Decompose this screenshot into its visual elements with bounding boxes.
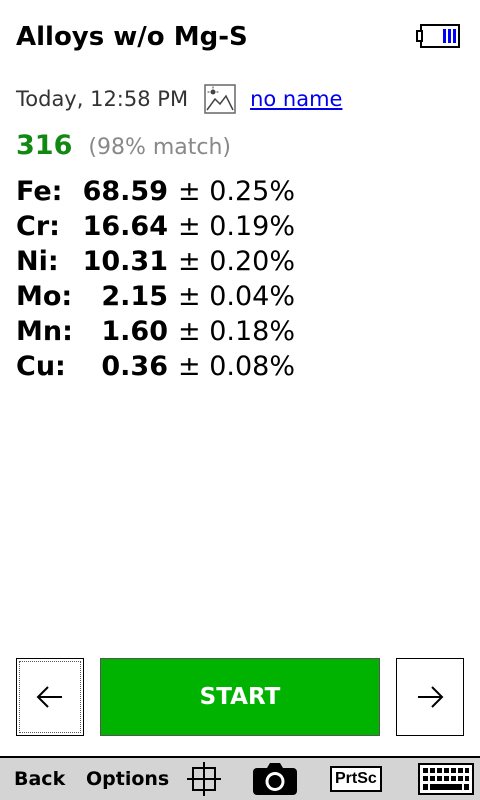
bottom-toolbar: Back Options PrtSc xyxy=(0,756,480,800)
element-error: ± 0.18% xyxy=(178,316,295,347)
page-title: Alloys w/o Mg-S xyxy=(16,22,248,52)
element-row-mo: Mo: 2.15 ± 0.04% xyxy=(16,279,295,314)
element-value: 2.15 xyxy=(101,281,168,312)
arrow-right-icon xyxy=(418,686,444,708)
element-value: 1.60 xyxy=(101,316,168,347)
element-error: ± 0.20% xyxy=(178,246,295,277)
element-value: 16.64 xyxy=(82,211,168,242)
keyboard-button[interactable] xyxy=(418,758,474,800)
element-value: 0.36 xyxy=(101,351,168,382)
back-label: Back xyxy=(14,768,66,790)
element-row-cr: Cr: 16.64 ± 0.19% xyxy=(16,209,295,244)
match-percent: (98% match) xyxy=(88,135,232,160)
element-error: ± 0.04% xyxy=(178,281,295,312)
keyboard-icon xyxy=(418,763,474,795)
next-button[interactable] xyxy=(396,658,464,736)
element-table: Fe: 68.59 ± 0.25% Cr: 16.64 ± 0.19% Ni: … xyxy=(16,174,295,384)
crosshair-button[interactable] xyxy=(186,758,222,800)
element-value: 68.59 xyxy=(82,176,168,207)
printscreen-button[interactable]: PrtSc xyxy=(330,758,382,800)
previous-button[interactable] xyxy=(16,658,84,736)
grade-value: 316 xyxy=(16,130,73,161)
element-symbol: Mn: xyxy=(16,316,73,347)
timestamp: Today, 12:58 PM xyxy=(16,87,189,111)
options-label: Options xyxy=(86,768,170,790)
element-row-cu: Cu: 0.36 ± 0.08% xyxy=(16,349,295,384)
battery-full-icon xyxy=(416,24,460,48)
match-row: 316 (98% match) xyxy=(16,130,231,164)
options-button[interactable]: Options xyxy=(86,758,169,800)
element-row-ni: Ni: 10.31 ± 0.20% xyxy=(16,244,295,279)
element-symbol: Mo: xyxy=(16,281,73,312)
element-error: ± 0.25% xyxy=(178,176,295,207)
element-error: ± 0.08% xyxy=(178,351,295,382)
crosshair-icon xyxy=(187,762,221,796)
start-button[interactable]: START xyxy=(100,658,380,736)
element-error: ± 0.19% xyxy=(178,211,295,242)
prtsc-label: PrtSc xyxy=(330,766,382,792)
back-button[interactable]: Back xyxy=(14,758,65,800)
arrow-left-icon xyxy=(36,686,62,708)
element-symbol: Cu: xyxy=(16,351,66,382)
element-symbol: Ni: xyxy=(16,246,59,277)
element-row-fe: Fe: 68.59 ± 0.25% xyxy=(16,174,295,209)
info-row: Today, 12:58 PM no name xyxy=(16,84,342,114)
element-symbol: Fe: xyxy=(16,176,63,207)
image-icon[interactable] xyxy=(204,84,236,114)
camera-icon xyxy=(253,763,297,795)
element-row-mn: Mn: 1.60 ± 0.18% xyxy=(16,314,295,349)
element-symbol: Cr: xyxy=(16,211,60,242)
element-value: 10.31 xyxy=(82,246,168,277)
camera-button[interactable] xyxy=(252,758,298,800)
name-link[interactable]: no name xyxy=(250,87,342,111)
start-button-label: START xyxy=(199,684,281,710)
